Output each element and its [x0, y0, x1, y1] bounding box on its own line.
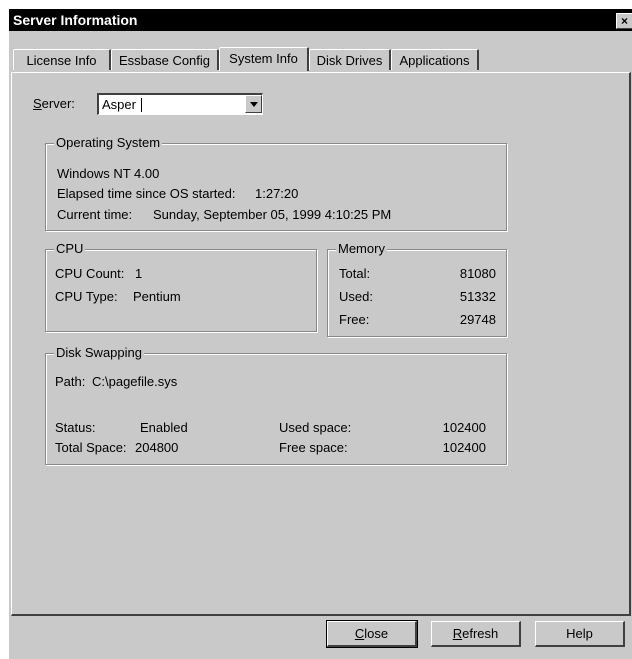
- text-caret: [141, 98, 142, 112]
- operating-system-title: Operating System: [54, 135, 163, 150]
- tab-disk-drives[interactable]: Disk Drives: [309, 49, 391, 70]
- cpu-count-label: CPU Count:: [55, 266, 125, 281]
- disk-swapping-group: Disk Swapping Path: C:\pagefile.sys Stat…: [45, 345, 507, 465]
- memory-total-label: Total:: [339, 266, 371, 281]
- tab-label: System Info: [229, 51, 298, 66]
- tab-label: Applications: [399, 53, 470, 68]
- swap-free-space-value: 102400: [442, 440, 486, 455]
- cpu-type-value: Pentium: [133, 289, 181, 304]
- chevron-down-icon[interactable]: [245, 95, 262, 113]
- server-label: Server:: [33, 96, 75, 111]
- elapsed-time-label: Elapsed time since OS started:: [57, 186, 236, 201]
- cpu-type-label: CPU Type:: [55, 289, 118, 304]
- tab-label: Disk Drives: [316, 53, 383, 68]
- tab-license-info[interactable]: License Info: [13, 49, 111, 70]
- swap-status-label: Status:: [55, 420, 96, 435]
- cpu-count-value: 1: [135, 266, 143, 281]
- swap-total-space-label: Total Space:: [55, 440, 127, 455]
- os-name: Windows NT 4.00: [57, 166, 160, 181]
- close-button[interactable]: Close: [326, 620, 418, 648]
- help-button[interactable]: Help: [535, 621, 625, 647]
- current-time-value: Sunday, September 05, 1999 4:10:25 PM: [153, 207, 392, 222]
- memory-used-value: 51332: [459, 289, 496, 304]
- title-bar[interactable]: Server Information ×: [9, 9, 632, 31]
- tab-essbase-config[interactable]: Essbase Config: [111, 49, 219, 70]
- memory-title: Memory: [336, 241, 387, 256]
- swap-used-space-label: Used space:: [279, 420, 352, 435]
- swap-used-space-value: 102400: [442, 420, 486, 435]
- cpu-group: CPU CPU Count: 1 CPU Type: Pentium: [45, 241, 317, 332]
- refresh-button-label: Refresh: [452, 626, 499, 641]
- refresh-button[interactable]: Refresh: [431, 621, 521, 647]
- swap-path-label: Path:: [55, 374, 86, 389]
- cpu-title: CPU: [54, 241, 86, 256]
- swap-free-space-label: Free space:: [279, 440, 348, 455]
- server-select[interactable]: Asper: [97, 93, 263, 115]
- tab-system-info[interactable]: System Info: [219, 47, 309, 71]
- close-button-label: Close: [354, 626, 389, 641]
- operating-system-group: Operating System Windows NT 4.00 Elapsed…: [45, 135, 507, 231]
- server-select-value: Asper: [102, 97, 136, 112]
- elapsed-time-value: 1:27:20: [255, 186, 299, 201]
- current-time-label: Current time:: [57, 207, 133, 222]
- server-information-window: Server Information × License Info Essbas…: [8, 8, 632, 659]
- memory-free-value: 29748: [459, 312, 496, 327]
- close-window-button[interactable]: ×: [616, 13, 632, 29]
- swap-status-value: Enabled: [140, 420, 188, 435]
- close-icon: ×: [620, 14, 628, 28]
- tab-label: Essbase Config: [118, 53, 211, 68]
- memory-group: Memory Total: 81080 Used: 51332 Free: 29…: [327, 241, 507, 337]
- help-button-label: Help: [566, 626, 593, 641]
- memory-used-label: Used:: [339, 289, 373, 304]
- swap-total-space-value: 204800: [135, 440, 179, 455]
- disk-swapping-title: Disk Swapping: [54, 345, 144, 360]
- memory-free-label: Free:: [339, 312, 370, 327]
- tab-label: License Info: [26, 53, 97, 68]
- tab-applications[interactable]: Applications: [391, 49, 479, 70]
- swap-path-value: C:\pagefile.sys: [92, 374, 178, 389]
- window-title: Server Information: [13, 12, 138, 28]
- memory-total-value: 81080: [459, 266, 496, 281]
